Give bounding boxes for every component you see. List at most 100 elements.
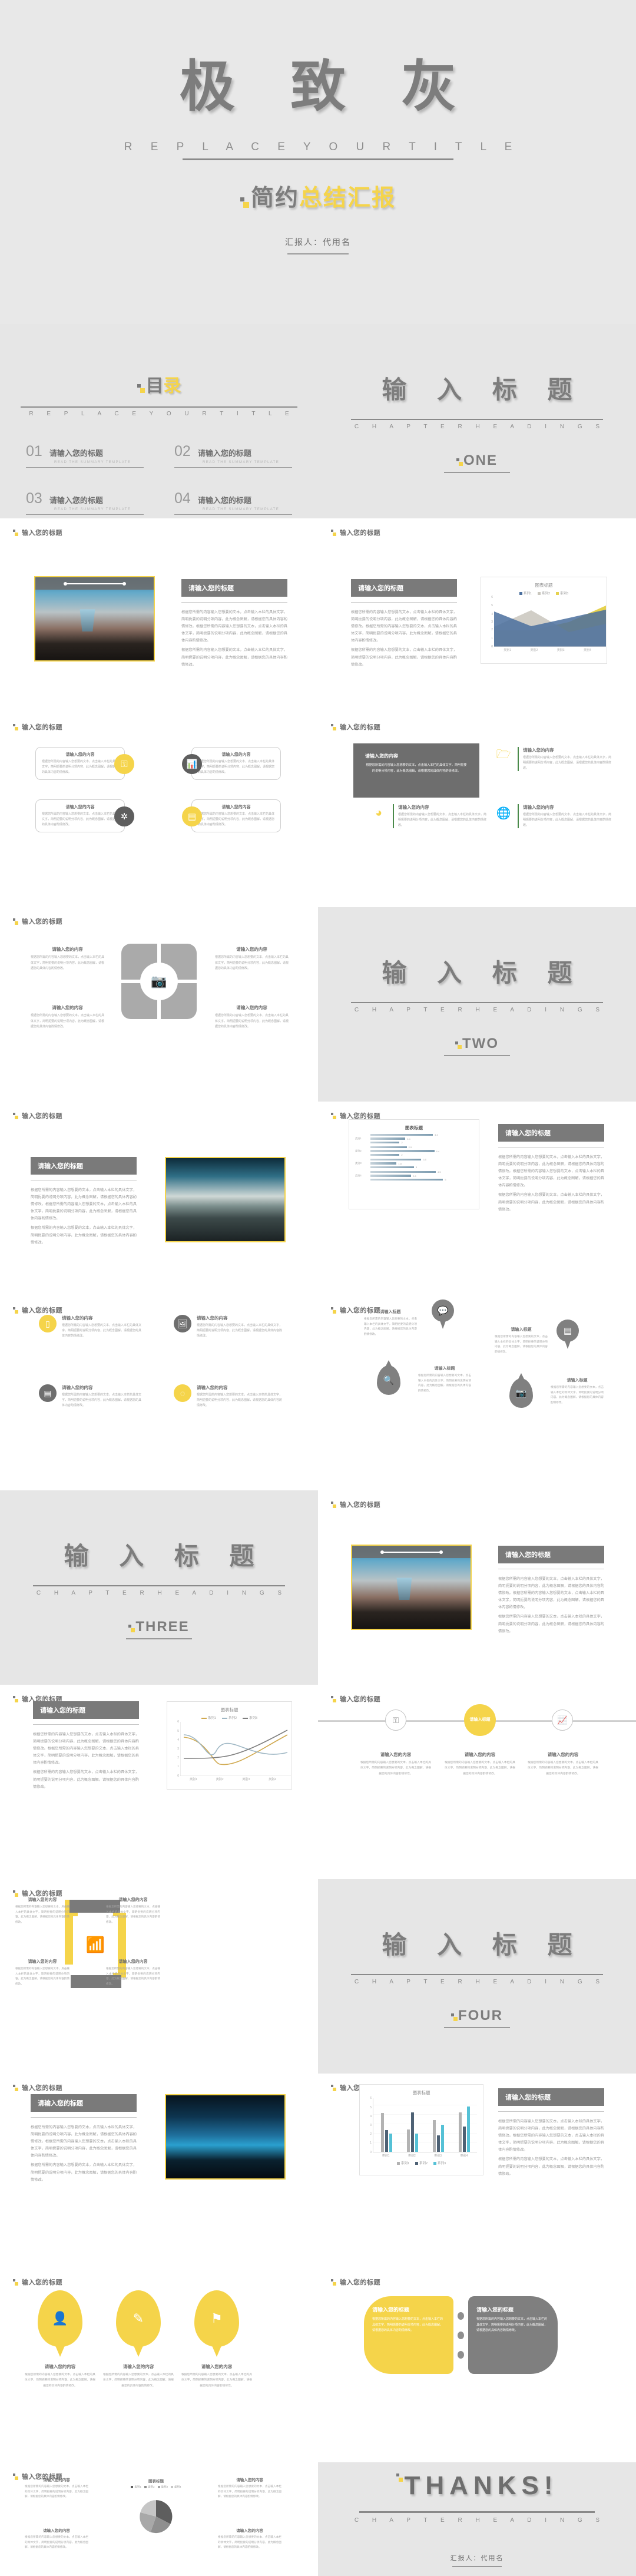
- timeline-center-node[interactable]: 请输入标题: [464, 1704, 496, 1736]
- chart-legend: 系列1 系列2 系列3: [173, 1715, 286, 1720]
- balloon-item-3[interactable]: ⚑ 请输入您的内容 根据您所需的内容输入您想要的文本，点击输入本栏的具体文字，简…: [181, 2290, 252, 2389]
- circle-icon-item-3[interactable]: ▤ 请输入您的内容 根据您所需的内容输入您想要的文本，点击输入本栏的具体文字，简明…: [39, 1384, 142, 1408]
- gear-icon: ✲: [114, 806, 134, 826]
- slide-photo-text[interactable]: 输入您的标题 请输入您的标题 根据您所需的内容输入您想要的文本，点击输入本栏的具…: [0, 518, 318, 713]
- info-box-4[interactable]: 请输入您的内容 根据您所需的内容输入您想要的文本，点击输入本栏的具体文字，简明扼…: [182, 799, 281, 832]
- balloon-item-1[interactable]: 👤 请输入您的内容 根据您所需的内容输入您想要的文本，点击输入本栏的具体文字，简…: [25, 2290, 95, 2389]
- square-accent-icon: [456, 457, 463, 469]
- ppt-template-preview-sheet: 极 致 灰 R E P L A C E Y O U R T I T L E 简约…: [0, 0, 636, 2576]
- pie-text-2: 请输入您的内容 根据您所需的内容输入您想要的文本，点击输入本栏的具体文字，简明扼…: [218, 2478, 281, 2498]
- pill-yellow[interactable]: 请输入您的标题 根据您所需的内容输入您想要的文本，点击输入本栏的具体文字，简明扼…: [364, 2296, 453, 2374]
- hbar: [370, 1153, 400, 1156]
- toc-label: 请输入您的标题: [49, 449, 103, 458]
- slide-timeline[interactable]: 输入您的标题 ⚿ 请输入标题 📈 请输入您的内容 根据您所需的内容输入您想要的文…: [318, 1685, 636, 1879]
- circle-icon-item-4[interactable]: ◌ 请输入您的内容 根据您所需的内容输入您想要的文本，点击输入本栏的具体文字，简明…: [174, 1384, 283, 1408]
- chart-legend: 系列1 系列2 系列3: [487, 591, 601, 596]
- glass-shape-icon: [80, 609, 95, 632]
- hbar-value-label: 3.5: [423, 1158, 426, 1161]
- slide-puzzle-quadrant[interactable]: 输入您的标题 📷 请输入您的内容 根据您所需的内容输入您想要的文本，点击输入本栏…: [0, 907, 318, 1102]
- circle-icon-item-1[interactable]: ▯ 请输入您的内容 根据您所需的内容输入您想要的文本，点击输入本栏的具体文字，简明…: [39, 1315, 142, 1339]
- icon-title: 请输入您的内容: [62, 1315, 93, 1321]
- slide-header-label: 输入您的标题: [340, 1502, 380, 1509]
- chart-plot-area: 类别1 4.3 2.4 2 类别2 2.5 4.4 2 类别3 3.5 1.8 3 类别4 4.5 2.8 5: [355, 1133, 473, 1181]
- info-box-1[interactable]: 请输入您的内容 根据您所需的内容输入您想要的文本，点击输入本栏的具体文字，简明扼…: [35, 747, 134, 780]
- slide-hbar-chart[interactable]: 输入您的标题 图表标题 类别1 4.3 2.4 2 类别2 2.5 4.4 2 类别3 3.5 1.…: [318, 1102, 636, 1296]
- slide-four-rounded-boxes[interactable]: 输入您的标题 请输入您的内容 根据您所需的内容输入您想要的文本，点击输入本栏的具…: [0, 713, 318, 907]
- slide-section-one[interactable]: 输 入 标 题 C H A P T E R H E A D I N G S ON…: [318, 324, 636, 518]
- toc-underline: [26, 467, 144, 468]
- slide-row-3: 输入您的标题 请输入您的内容 根据您所需的内容输入您想要的文本，点击输入本栏的具…: [0, 713, 636, 907]
- slide-circle-icons[interactable]: 输入您的标题 ▯ 请输入您的内容 根据您所需的内容输入您想要的文本，点击输入本栏的…: [0, 1296, 318, 1490]
- slide-photo-text-2[interactable]: 输入您的标题 请输入您的标题 根据您所需的内容输入您想要的文本，点击输入本栏的具…: [318, 1490, 636, 1685]
- pie-chart-wrap[interactable]: 图表标题 类别1 类别2 类别3 类别4: [112, 2478, 200, 2542]
- column-bar: [458, 2112, 462, 2152]
- icon-item-4[interactable]: 🌐 请输入您的内容 根据您所需的内容输入您想要的文本，点击输入本栏的具体文字，简…: [495, 804, 612, 828]
- toc-item-02[interactable]: 02 请输入您的标题 READ THE SUMMARY TEMPLATE: [174, 443, 292, 468]
- toc-underline: [26, 514, 144, 515]
- hbar: [370, 1170, 436, 1173]
- slide-section-four[interactable]: 输 入 标 题 C H A P T E R H E A D I N G S FO…: [318, 1879, 636, 2074]
- circle-icon-item-2[interactable]: 🖼 请输入您的内容 根据您所需的内容输入您想要的文本，点击输入本栏的具体文字，简明…: [174, 1315, 283, 1339]
- column-group: [406, 2112, 418, 2152]
- balloon-item-2[interactable]: ✎ 请输入您的内容 根据您所需的内容输入您想要的文本，点击输入本栏的具体文字，简…: [103, 2290, 174, 2389]
- dark-content-card[interactable]: 请输入您的内容 根据您所需的内容输入您想要的文本，点击输入本栏的具体文字，简明扼…: [353, 743, 479, 798]
- timeline-key-icon[interactable]: ⚿: [385, 1709, 406, 1731]
- info-box-2[interactable]: 请输入您的内容 根据您所需的内容输入您想要的文本，点击输入本栏的具体文字，简明扼…: [182, 747, 281, 780]
- section-title: 请输入您的标题: [31, 1157, 137, 1175]
- slide-column-chart[interactable]: 输入您的标题 图表标题 654 3210 类别1类别2 类别3类别4: [318, 2074, 636, 2268]
- line-chart[interactable]: 图表标题 系列1 系列2 系列3 654 3210 类别1 类别2 类别3 类别…: [167, 1701, 292, 1790]
- box-body: 根据您所需的内容输入您想要的文本，点击输入本栏的具体文字，简明扼要的说明分项内容…: [198, 760, 275, 774]
- slide-text-areachart[interactable]: 输入您的标题 请输入您的标题 根据您所需的内容输入您想要的文本，点击输入本栏的具…: [318, 518, 636, 713]
- thanks-rule: [359, 2511, 595, 2513]
- slide-map-pins[interactable]: 输入您的标题 💬 请输入标题 根据您所需的内容输入您想要的文本，点击输入本栏的具…: [318, 1296, 636, 1490]
- hbar-value-label: 2: [401, 1141, 403, 1144]
- cover-author: 汇报人：代用名: [285, 237, 351, 247]
- divider-number-rule: [444, 2026, 510, 2028]
- divider-title: 输 入 标 题: [64, 1542, 266, 1570]
- info-box-3[interactable]: 请输入您的内容 根据您所需的内容输入您想要的文本，点击输入本栏的具体文字，简明扼…: [35, 799, 134, 832]
- body-paragraph: 根据您所需的内容输入您想要的文本，点击输入本栏的具体文字，简明扼要的说明分项内容…: [31, 2163, 137, 2182]
- slide-row-7: 输 入 标 题 C H A P T E R H E A D I N G S TH…: [0, 1490, 636, 1685]
- divider-number-rule: [126, 1638, 192, 1639]
- photo-frame: [34, 576, 155, 662]
- drop-camera-icon: 📷: [509, 1378, 533, 1408]
- slide-balloons[interactable]: 输入您的标题 👤 请输入您的内容 根据您所需的内容输入您想要的文本，点击输入本栏…: [0, 2268, 318, 2462]
- slide-text-photo-night[interactable]: 输入您的标题 请输入您的标题 根据您所需的内容输入您想要的文本，点击输入本栏的具…: [0, 2074, 318, 2268]
- slide-toc[interactable]: 目 录 R E P L A C E Y O U R T I T L E 01 请输…: [0, 324, 318, 518]
- slide-thanks[interactable]: THANKS! C H A P T E R H E A D I N G S 汇报…: [318, 2462, 636, 2576]
- timeline-chart-icon[interactable]: 📈: [552, 1709, 573, 1731]
- slide-yellow-frame[interactable]: 输入您的标题 📶 请输入您的内容 根据您所需的内容输入您想要的文本，点击输入本栏…: [0, 1879, 318, 2074]
- hbar-value-label: 1.8: [398, 1162, 402, 1165]
- photo-frame-night: [165, 2094, 286, 2180]
- horizontal-bar-chart[interactable]: 图表标题 类别1 4.3 2.4 2 类别2 2.5 4.4 2 类别3 3.5 1.8 3 类别4 4.…: [349, 1119, 479, 1209]
- camera-icon: 📷: [140, 963, 178, 1000]
- toc-english: R E P L A C E Y O U R T I T L E: [29, 411, 295, 417]
- hbar: [370, 1166, 414, 1169]
- slide-section-three[interactable]: 输 入 标 题 C H A P T E R H E A D I N G S TH…: [0, 1490, 318, 1685]
- slide-pills[interactable]: 输入您的标题 请输入您的标题 根据您所需的内容输入您想要的文本，点击输入本栏的具…: [318, 2268, 636, 2462]
- slide-section-two[interactable]: 输 入 标 题 C H A P T E R H E A D I N G S TW…: [318, 907, 636, 1102]
- hbar: [370, 1137, 406, 1140]
- hbar-value-label: 5: [445, 1178, 446, 1181]
- area-chart[interactable]: 图表标题 系列1 系列2 系列3 654 3210 类别1 类别2 类别3 类别…: [481, 577, 607, 664]
- chart-x-axis: 类别1 类别2 类别3 类别4: [189, 1778, 277, 1781]
- hbar-group: 类别1 4.3 2.4 2: [355, 1133, 473, 1144]
- body-paragraph: 根据您所需的内容输入您想要的文本，点击输入本栏的具体文字，简明扼要的说明分项内容…: [498, 1193, 604, 1212]
- box-title: 请输入您的内容: [65, 805, 95, 809]
- toc-item-04[interactable]: 04 请输入您的标题 READ THE SUMMARY TEMPLATE: [174, 490, 292, 515]
- slide-header: 输入您的标题: [331, 2277, 380, 2289]
- icon-item-3[interactable]: ◕ 请输入您的内容 根据您所需的内容输入您想要的文本，点击输入本栏的具体文字，简…: [370, 804, 488, 828]
- icon-item-2[interactable]: 🗁 请输入您的内容 根据您所需的内容输入您想要的文本，点击输入本栏的具体文字，简…: [495, 747, 612, 771]
- square-accent-icon: [331, 1113, 337, 1122]
- hbar-group: 类别4 4.5 2.8 5: [355, 1170, 473, 1181]
- toc-item-03[interactable]: 03 请输入您的标题 READ THE SUMMARY TEMPLATE: [26, 490, 144, 515]
- column-chart[interactable]: 图表标题 654 3210 类别1 类别2 类别3 类别4 系列1 系列2 系列…: [359, 2084, 483, 2175]
- pill-gray[interactable]: 请输入您的标题 根据您所需的内容输入您想要的文本，点击输入本栏的具体文字，简明扼…: [468, 2296, 558, 2374]
- chart-y-axis: 654 3210: [370, 2096, 372, 2154]
- slide-pie-chart[interactable]: 输入您的标题 图表标题 类别1 类别2 类别3 类别4 请输入您的内容 根据您所…: [0, 2462, 318, 2576]
- slide-dark-card-icons[interactable]: 输入您的标题 请输入您的内容 根据您所需的内容输入您想要的文本，点击输入本栏的具…: [318, 713, 636, 907]
- pin-text-3: 请输入标题 根据您所需的内容输入您想要的文本，点击输入本栏的具体文字，简明扼要的…: [495, 1328, 548, 1354]
- slide-text-photo[interactable]: 输入您的标题 请输入您的标题 根据您所需的内容输入您想要的文本，点击输入本栏的具…: [0, 1102, 318, 1296]
- toc-item-01[interactable]: 01 请输入您的标题 READ THE SUMMARY TEMPLATE: [26, 443, 144, 468]
- slide-line-chart[interactable]: 输入您的标题 请输入您的标题 根据您所需的内容输入您想要的文本，点击输入本栏的具…: [0, 1685, 318, 1879]
